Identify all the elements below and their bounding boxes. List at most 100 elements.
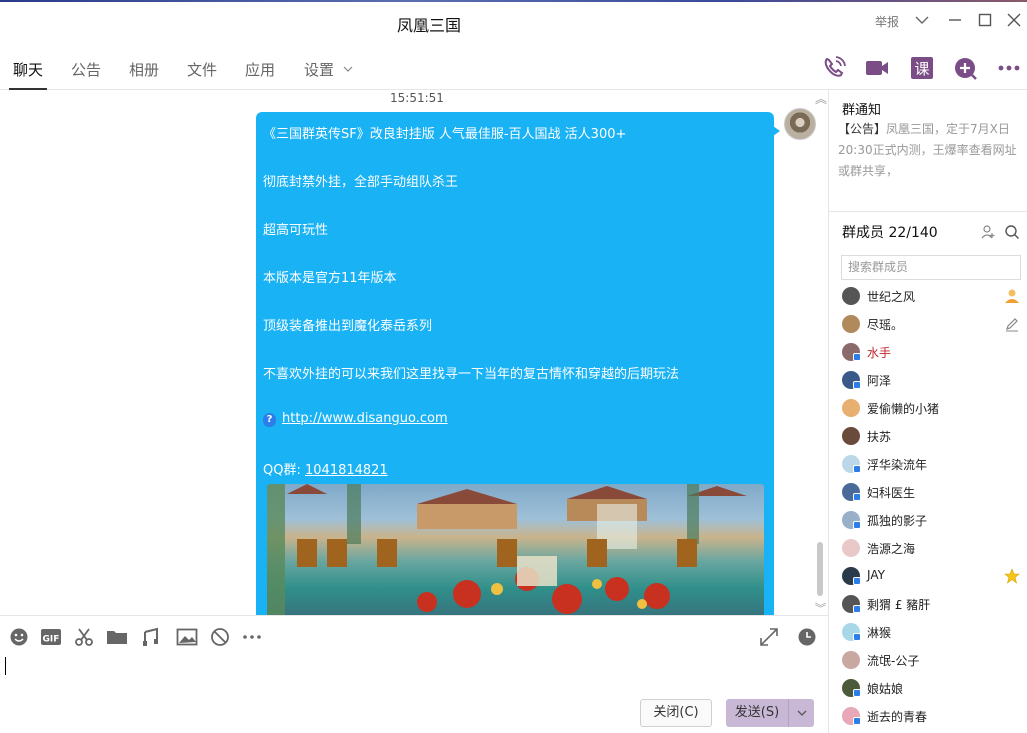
link-line: ? http://www.disanguo.com <box>263 411 448 427</box>
minimize-icon[interactable] <box>946 11 964 29</box>
bubble-tail <box>773 126 780 136</box>
scissors-icon[interactable] <box>74 627 94 647</box>
gif-icon[interactable]: GIF <box>40 627 62 647</box>
member-item[interactable]: 淋猴 <box>842 623 1022 643</box>
sender-avatar[interactable] <box>784 108 816 140</box>
member-item[interactable]: JAY <box>842 567 1022 587</box>
expand-icon[interactable] <box>759 627 779 647</box>
link-safety-icon: ? <box>263 413 276 427</box>
member-name: 孤独的影子 <box>867 514 928 528</box>
member-item[interactable]: 扶苏 <box>842 427 1022 447</box>
member-item[interactable]: 孤独的影子 <box>842 511 1022 531</box>
mobile-badge-icon <box>853 689 861 697</box>
input-toolbar: GIF <box>0 615 828 655</box>
member-item[interactable]: 浩源之海 <box>842 539 1022 559</box>
message-link[interactable]: http://www.disanguo.com <box>282 411 448 426</box>
chevron-down-icon <box>797 710 807 716</box>
member-avatar <box>842 427 860 445</box>
member-avatar <box>842 539 860 557</box>
message-line: 不喜欢外挂的可以来我们这里找寻一下当年的复古情怀和穿越的后期玩法 <box>263 367 680 382</box>
member-item[interactable]: 娘姑娘 <box>842 679 1022 699</box>
chat-window: 凤凰三国 举报 聊天 公告 相册 文件 应用 设置 课 15:51:51 ︽ 《… <box>0 0 1027 733</box>
video-icon[interactable] <box>864 55 890 81</box>
game-scene-graphic <box>267 484 747 615</box>
game-screenshot-image[interactable] <box>267 484 764 615</box>
mobile-badge-icon <box>853 633 861 641</box>
star-icon <box>1004 568 1020 584</box>
group-notice-title[interactable]: 群通知 <box>842 99 881 118</box>
chevron-down-icon[interactable] <box>913 11 931 29</box>
group-sidebar: 群通知 【公告】凤凰三国，定于7月X日20:30正式内测，王爆率查看网址或群共享… <box>828 90 1027 733</box>
member-item[interactable]: 逝去的青春 <box>842 707 1022 727</box>
text-caret <box>5 657 6 675</box>
group-notice-body[interactable]: 【公告】凤凰三国，定于7月X日20:30正式内测，王爆率查看网址或群共享， <box>838 119 1018 182</box>
qq-number-link[interactable]: 1041814821 <box>305 463 388 478</box>
message-bubble[interactable]: 《三国群英传SF》改良封挂版 人气最佳服-百人国战 活人300+ 彻底封禁外挂，… <box>256 112 780 615</box>
report-button[interactable]: 举报 <box>875 13 899 30</box>
phone-icon[interactable] <box>821 55 847 81</box>
members-title: 群成员 22/140 <box>842 225 938 241</box>
block-icon[interactable] <box>210 627 230 647</box>
mobile-badge-icon <box>853 493 861 501</box>
tab-chat[interactable]: 聊天 <box>8 59 48 90</box>
member-avatar <box>842 399 860 417</box>
tab-apps[interactable]: 应用 <box>245 59 275 89</box>
member-item[interactable]: 浮华染流年 <box>842 455 1022 475</box>
collapse-down-icon[interactable]: ︾ <box>815 600 826 615</box>
title-bar: 凤凰三国 举报 <box>0 2 1027 40</box>
member-name: 水手 <box>867 346 892 360</box>
collapse-up-icon[interactable]: ︽ <box>815 90 827 107</box>
mobile-badge-icon <box>853 353 861 361</box>
add-app-icon[interactable] <box>953 55 979 81</box>
member-item[interactable]: 尽瑶。 <box>842 315 1022 335</box>
mobile-badge-icon <box>853 521 861 529</box>
music-icon[interactable] <box>141 627 161 647</box>
more-icon[interactable] <box>996 55 1022 81</box>
member-item[interactable]: 世纪之风 <box>842 287 1022 307</box>
tab-announcement[interactable]: 公告 <box>71 59 101 89</box>
svg-text:GIF: GIF <box>43 635 60 645</box>
more-icon[interactable] <box>242 627 262 647</box>
member-name: 剩猬 £ 豬肝 <box>867 598 931 612</box>
tab-settings[interactable]: 设置 <box>304 59 353 89</box>
member-name: 浩源之海 <box>867 542 916 556</box>
member-item[interactable]: 水手 <box>842 343 1022 363</box>
mobile-badge-icon <box>853 717 861 725</box>
image-icon[interactable] <box>176 627 198 647</box>
close-icon[interactable] <box>1005 11 1023 29</box>
member-item[interactable]: 流氓-公子 <box>842 651 1022 671</box>
tab-settings-label: 设置 <box>304 61 335 79</box>
maximize-icon[interactable] <box>976 11 994 29</box>
emoji-icon[interactable] <box>9 627 29 647</box>
message-line: 超高可玩性 <box>263 223 329 238</box>
member-name: 流氓-公子 <box>867 654 920 668</box>
sidebar-divider <box>829 211 1027 212</box>
send-button[interactable]: 发送(S) <box>726 699 788 727</box>
add-member-icon[interactable] <box>980 224 996 240</box>
course-icon[interactable]: 课 <box>909 55 935 81</box>
member-item[interactable]: 爱偷懒的小猪 <box>842 399 1022 419</box>
chat-scrollbar[interactable] <box>817 542 823 596</box>
tab-album[interactable]: 相册 <box>129 59 159 89</box>
member-item[interactable]: 阿泽 <box>842 371 1022 391</box>
folder-icon[interactable] <box>106 627 128 647</box>
history-icon[interactable] <box>797 627 817 647</box>
search-icon[interactable] <box>1004 224 1020 240</box>
member-avatar <box>842 315 860 333</box>
member-name: 淋猴 <box>867 626 892 640</box>
close-button[interactable]: 关闭(C) <box>640 699 712 727</box>
message-line: 彻底封禁外挂，全部手动组队杀王 <box>263 175 459 190</box>
send-options-button[interactable] <box>788 699 814 727</box>
member-item[interactable]: 妇科医生 <box>842 483 1022 503</box>
member-item[interactable]: 剩猬 £ 豬肝 <box>842 595 1022 615</box>
member-name: 逝去的青春 <box>867 710 928 724</box>
member-name: 扶苏 <box>867 430 892 444</box>
member-search-input[interactable]: 搜索群成员 <box>841 255 1021 280</box>
owner-icon <box>1005 289 1019 303</box>
member-name: 爱偷懒的小猪 <box>867 402 940 416</box>
chat-messages[interactable]: 15:51:51 ︽ 《三国群英传SF》改良封挂版 人气最佳服-百人国战 活人3… <box>0 90 828 615</box>
message-input[interactable] <box>0 655 828 700</box>
message-line: 顶级装备推出到魔化泰岳系列 <box>263 319 433 334</box>
tab-files[interactable]: 文件 <box>187 59 217 89</box>
tab-bar: 聊天 公告 相册 文件 应用 设置 课 <box>0 40 1027 90</box>
